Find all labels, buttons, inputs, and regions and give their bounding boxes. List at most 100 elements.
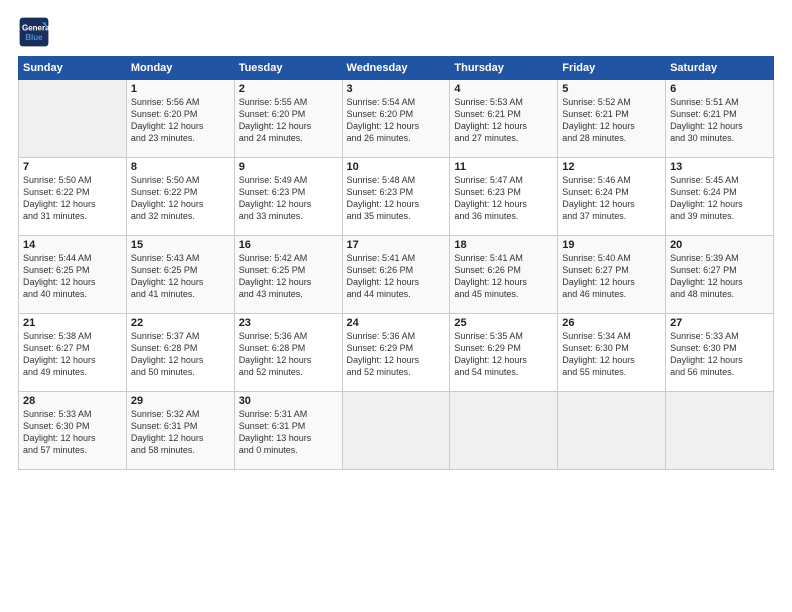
calendar-cell bbox=[558, 392, 666, 470]
day-content: Sunrise: 5:56 AM Sunset: 6:20 PM Dayligh… bbox=[131, 96, 230, 145]
day-content: Sunrise: 5:33 AM Sunset: 6:30 PM Dayligh… bbox=[23, 408, 122, 457]
day-number: 19 bbox=[562, 239, 661, 251]
day-content: Sunrise: 5:51 AM Sunset: 6:21 PM Dayligh… bbox=[670, 96, 769, 145]
weekday-header-saturday: Saturday bbox=[666, 57, 774, 80]
weekday-header-wednesday: Wednesday bbox=[342, 57, 450, 80]
calendar-cell: 17Sunrise: 5:41 AM Sunset: 6:26 PM Dayli… bbox=[342, 236, 450, 314]
day-content: Sunrise: 5:45 AM Sunset: 6:24 PM Dayligh… bbox=[670, 174, 769, 223]
day-number: 4 bbox=[454, 83, 553, 95]
day-content: Sunrise: 5:50 AM Sunset: 6:22 PM Dayligh… bbox=[131, 174, 230, 223]
calendar-body: 1Sunrise: 5:56 AM Sunset: 6:20 PM Daylig… bbox=[19, 80, 774, 470]
day-content: Sunrise: 5:33 AM Sunset: 6:30 PM Dayligh… bbox=[670, 330, 769, 379]
logo-icon: General Blue bbox=[18, 16, 50, 48]
day-content: Sunrise: 5:37 AM Sunset: 6:28 PM Dayligh… bbox=[131, 330, 230, 379]
day-content: Sunrise: 5:52 AM Sunset: 6:21 PM Dayligh… bbox=[562, 96, 661, 145]
calendar-cell bbox=[666, 392, 774, 470]
calendar-cell: 9Sunrise: 5:49 AM Sunset: 6:23 PM Daylig… bbox=[234, 158, 342, 236]
week-row-5: 28Sunrise: 5:33 AM Sunset: 6:30 PM Dayli… bbox=[19, 392, 774, 470]
week-row-3: 14Sunrise: 5:44 AM Sunset: 6:25 PM Dayli… bbox=[19, 236, 774, 314]
header: General Blue bbox=[18, 16, 774, 48]
calendar-cell bbox=[19, 80, 127, 158]
day-number: 7 bbox=[23, 161, 122, 173]
day-content: Sunrise: 5:43 AM Sunset: 6:25 PM Dayligh… bbox=[131, 252, 230, 301]
day-number: 26 bbox=[562, 317, 661, 329]
calendar-cell: 24Sunrise: 5:36 AM Sunset: 6:29 PM Dayli… bbox=[342, 314, 450, 392]
day-content: Sunrise: 5:35 AM Sunset: 6:29 PM Dayligh… bbox=[454, 330, 553, 379]
day-number: 10 bbox=[347, 161, 446, 173]
day-content: Sunrise: 5:34 AM Sunset: 6:30 PM Dayligh… bbox=[562, 330, 661, 379]
day-number: 29 bbox=[131, 395, 230, 407]
calendar-cell: 10Sunrise: 5:48 AM Sunset: 6:23 PM Dayli… bbox=[342, 158, 450, 236]
day-content: Sunrise: 5:31 AM Sunset: 6:31 PM Dayligh… bbox=[239, 408, 338, 457]
calendar-cell bbox=[342, 392, 450, 470]
day-number: 12 bbox=[562, 161, 661, 173]
calendar-page: General Blue SundayMondayTuesdayWednesda… bbox=[0, 0, 792, 612]
day-number: 9 bbox=[239, 161, 338, 173]
day-number: 5 bbox=[562, 83, 661, 95]
day-number: 24 bbox=[347, 317, 446, 329]
day-number: 27 bbox=[670, 317, 769, 329]
weekday-header-friday: Friday bbox=[558, 57, 666, 80]
calendar-cell: 23Sunrise: 5:36 AM Sunset: 6:28 PM Dayli… bbox=[234, 314, 342, 392]
calendar-cell: 21Sunrise: 5:38 AM Sunset: 6:27 PM Dayli… bbox=[19, 314, 127, 392]
logo: General Blue bbox=[18, 16, 54, 48]
day-number: 8 bbox=[131, 161, 230, 173]
day-content: Sunrise: 5:53 AM Sunset: 6:21 PM Dayligh… bbox=[454, 96, 553, 145]
calendar-cell: 25Sunrise: 5:35 AM Sunset: 6:29 PM Dayli… bbox=[450, 314, 558, 392]
calendar-cell: 20Sunrise: 5:39 AM Sunset: 6:27 PM Dayli… bbox=[666, 236, 774, 314]
week-row-1: 1Sunrise: 5:56 AM Sunset: 6:20 PM Daylig… bbox=[19, 80, 774, 158]
weekday-header-tuesday: Tuesday bbox=[234, 57, 342, 80]
day-content: Sunrise: 5:42 AM Sunset: 6:25 PM Dayligh… bbox=[239, 252, 338, 301]
calendar-cell: 8Sunrise: 5:50 AM Sunset: 6:22 PM Daylig… bbox=[126, 158, 234, 236]
day-content: Sunrise: 5:49 AM Sunset: 6:23 PM Dayligh… bbox=[239, 174, 338, 223]
day-number: 22 bbox=[131, 317, 230, 329]
day-number: 18 bbox=[454, 239, 553, 251]
calendar-cell: 26Sunrise: 5:34 AM Sunset: 6:30 PM Dayli… bbox=[558, 314, 666, 392]
calendar-cell: 19Sunrise: 5:40 AM Sunset: 6:27 PM Dayli… bbox=[558, 236, 666, 314]
calendar-cell: 27Sunrise: 5:33 AM Sunset: 6:30 PM Dayli… bbox=[666, 314, 774, 392]
calendar-cell: 14Sunrise: 5:44 AM Sunset: 6:25 PM Dayli… bbox=[19, 236, 127, 314]
day-number: 1 bbox=[131, 83, 230, 95]
calendar-cell: 4Sunrise: 5:53 AM Sunset: 6:21 PM Daylig… bbox=[450, 80, 558, 158]
day-number: 17 bbox=[347, 239, 446, 251]
calendar-cell bbox=[450, 392, 558, 470]
day-number: 3 bbox=[347, 83, 446, 95]
weekday-row: SundayMondayTuesdayWednesdayThursdayFrid… bbox=[19, 57, 774, 80]
calendar-header: SundayMondayTuesdayWednesdayThursdayFrid… bbox=[19, 57, 774, 80]
calendar-cell: 18Sunrise: 5:41 AM Sunset: 6:26 PM Dayli… bbox=[450, 236, 558, 314]
calendar-cell: 28Sunrise: 5:33 AM Sunset: 6:30 PM Dayli… bbox=[19, 392, 127, 470]
calendar-cell: 6Sunrise: 5:51 AM Sunset: 6:21 PM Daylig… bbox=[666, 80, 774, 158]
day-number: 23 bbox=[239, 317, 338, 329]
day-number: 16 bbox=[239, 239, 338, 251]
calendar-cell: 1Sunrise: 5:56 AM Sunset: 6:20 PM Daylig… bbox=[126, 80, 234, 158]
week-row-2: 7 Sunrise: 5:50 AM Sunset: 6:22 PM Daylig… bbox=[19, 158, 774, 236]
day-number: 6 bbox=[670, 83, 769, 95]
day-content: Sunrise: 5:32 AM Sunset: 6:31 PM Dayligh… bbox=[131, 408, 230, 457]
day-content: Sunrise: 5:47 AM Sunset: 6:23 PM Dayligh… bbox=[454, 174, 553, 223]
day-number: 13 bbox=[670, 161, 769, 173]
weekday-header-monday: Monday bbox=[126, 57, 234, 80]
calendar-cell: 3Sunrise: 5:54 AM Sunset: 6:20 PM Daylig… bbox=[342, 80, 450, 158]
day-content: Sunrise: 5:41 AM Sunset: 6:26 PM Dayligh… bbox=[347, 252, 446, 301]
calendar-cell: 12Sunrise: 5:46 AM Sunset: 6:24 PM Dayli… bbox=[558, 158, 666, 236]
day-number: 15 bbox=[131, 239, 230, 251]
day-content: Sunrise: 5:46 AM Sunset: 6:24 PM Dayligh… bbox=[562, 174, 661, 223]
day-number: 11 bbox=[454, 161, 553, 173]
calendar-cell: 29Sunrise: 5:32 AM Sunset: 6:31 PM Dayli… bbox=[126, 392, 234, 470]
svg-text:Blue: Blue bbox=[25, 33, 43, 42]
day-number: 2 bbox=[239, 83, 338, 95]
day-number: 20 bbox=[670, 239, 769, 251]
calendar-cell: 30Sunrise: 5:31 AM Sunset: 6:31 PM Dayli… bbox=[234, 392, 342, 470]
calendar-cell: 15Sunrise: 5:43 AM Sunset: 6:25 PM Dayli… bbox=[126, 236, 234, 314]
day-content: Sunrise: 5:36 AM Sunset: 6:28 PM Dayligh… bbox=[239, 330, 338, 379]
calendar-cell: 2Sunrise: 5:55 AM Sunset: 6:20 PM Daylig… bbox=[234, 80, 342, 158]
calendar-table: SundayMondayTuesdayWednesdayThursdayFrid… bbox=[18, 56, 774, 470]
day-number: 25 bbox=[454, 317, 553, 329]
day-content: Sunrise: 5:55 AM Sunset: 6:20 PM Dayligh… bbox=[239, 96, 338, 145]
calendar-cell: 7Sunrise: 5:50 AM Sunset: 6:22 PM Daylig… bbox=[19, 158, 127, 236]
day-content: Sunrise: 5:48 AM Sunset: 6:23 PM Dayligh… bbox=[347, 174, 446, 223]
day-content: Sunrise: 5:41 AM Sunset: 6:26 PM Dayligh… bbox=[454, 252, 553, 301]
calendar-cell: 11Sunrise: 5:47 AM Sunset: 6:23 PM Dayli… bbox=[450, 158, 558, 236]
weekday-header-thursday: Thursday bbox=[450, 57, 558, 80]
day-content: Sunrise: 5:38 AM Sunset: 6:27 PM Dayligh… bbox=[23, 330, 122, 379]
